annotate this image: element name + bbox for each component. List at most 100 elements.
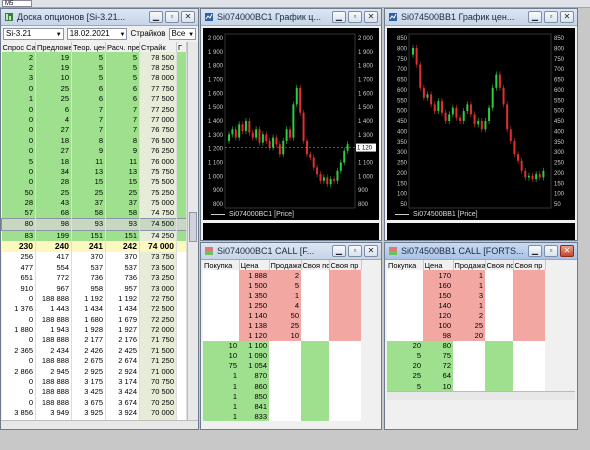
column-header[interactable]: Цена (239, 260, 270, 270)
column-header[interactable]: Страйк (139, 42, 177, 52)
option-row[interactable]: 477 554 537 537 73 500 (1, 262, 187, 273)
price-chart-2[interactable]: 850 850 800 800 750 750 700 700 650 650 600 600 550 5… (387, 28, 575, 220)
option-row[interactable]: 57 68 58 58 74 750 (1, 207, 187, 219)
close-icon[interactable]: ✕ (560, 11, 574, 23)
column-header[interactable]: Своя по (301, 260, 330, 270)
option-row[interactable]: 0 18 8 8 76 500 (1, 135, 187, 146)
options-horizontal-scrollbar[interactable] (1, 420, 198, 429)
column-header[interactable]: Г (176, 42, 187, 52)
option-row[interactable]: 230 240 241 242 74 000 (1, 240, 187, 252)
bid-row[interactable]: 20 72 (387, 360, 545, 371)
column-header[interactable]: Продажа (453, 260, 486, 270)
option-row[interactable]: 83 199 151 151 74 250 (1, 230, 187, 241)
restore-icon[interactable]: ▫ (348, 11, 362, 23)
option-row[interactable]: 5 18 11 11 76 000 (1, 155, 187, 167)
column-header[interactable]: Спрос Cal (1, 42, 36, 52)
option-row[interactable]: 910 967 958 957 73 000 (1, 282, 187, 294)
ask-row[interactable]: 1 120 10 (203, 330, 361, 341)
minimize-icon[interactable]: ▁ (528, 11, 542, 23)
restore-icon[interactable]: ▫ (165, 11, 179, 23)
column-header[interactable]: Своя пр (513, 260, 546, 270)
minimize-icon[interactable]: ▁ (332, 245, 346, 257)
ask-row[interactable]: 170 1 (387, 270, 545, 281)
bid-row[interactable]: 1 860 (203, 381, 361, 392)
option-row[interactable]: 0 27 7 7 76 750 (1, 124, 187, 136)
book1-titlebar[interactable]: Si074000BC1 CALL [F... ▁ ▫ ✕ (201, 243, 381, 260)
close-icon[interactable]: ✕ (364, 11, 378, 23)
bid-row[interactable]: 5 75 (387, 350, 545, 361)
scroll-thumb[interactable] (189, 212, 197, 242)
option-row[interactable]: 2 365 2 434 2 426 2 425 71 500 (1, 345, 187, 356)
ask-row[interactable]: 160 1 (387, 280, 545, 291)
chart1-titlebar[interactable]: Si074000BC1 График ц... ▁ ▫ ✕ (201, 9, 381, 26)
option-row[interactable]: 50 25 25 25 75 250 (1, 187, 187, 198)
column-header[interactable]: Своя пр (329, 260, 362, 270)
chart2-titlebar[interactable]: Si074500BB1 График цен... ▁ ▫ ✕ (385, 9, 577, 26)
option-row[interactable]: 1 880 1 943 1 928 1 927 72 000 (1, 324, 187, 335)
options-board-titlebar[interactable]: Доска опционов [Si-3.21... ▁ ▫ ✕ (1, 9, 198, 26)
ask-row[interactable]: 1 888 2 (203, 270, 361, 281)
restore-icon[interactable]: ▫ (544, 11, 558, 23)
option-row[interactable]: 3 856 3 949 3 925 3 924 70 000 (1, 407, 187, 418)
close-icon[interactable]: ✕ (364, 245, 378, 257)
option-row[interactable]: 80 98 93 93 74 500 (1, 218, 187, 231)
ask-row[interactable]: 150 3 (387, 290, 545, 301)
option-row[interactable]: 0 188 888 3 425 3 424 70 500 (1, 386, 187, 398)
ask-row[interactable]: 140 1 (387, 300, 545, 311)
toolbar-mini-field[interactable]: M5 (2, 0, 32, 7)
ask-row[interactable]: 1 500 5 (203, 280, 361, 291)
option-row[interactable]: 0 188 888 1 680 1 679 72 250 (1, 313, 187, 325)
bid-row[interactable]: 20 80 (387, 340, 545, 351)
option-row[interactable]: 28 43 37 37 75 000 (1, 197, 187, 208)
bid-row[interactable]: 1 870 (203, 370, 361, 382)
restore-icon[interactable]: ▫ (348, 245, 362, 257)
bid-row[interactable]: 1 841 (203, 401, 361, 412)
bid-row[interactable]: 10 1 100 (203, 340, 361, 351)
bid-row[interactable]: 25 64 (387, 370, 545, 382)
option-row[interactable]: 256 417 370 370 73 750 (1, 251, 187, 263)
ask-row[interactable]: 100 25 (387, 320, 545, 331)
options-vertical-scrollbar[interactable] (187, 42, 198, 422)
option-row[interactable]: 0 188 888 3 175 3 174 70 750 (1, 376, 187, 387)
price-chart-1[interactable]: 2 000 2 000 1 900 1 900 1 800 1 800 1 700 1 700… (203, 28, 379, 220)
bid-row[interactable]: 10 1 090 (203, 350, 361, 361)
minimize-icon[interactable]: ▁ (332, 11, 346, 23)
option-row[interactable]: 3 10 5 5 78 000 (1, 72, 187, 84)
option-row[interactable]: 0 34 13 13 75 750 (1, 166, 187, 177)
bid-row[interactable]: 5 10 (387, 381, 545, 392)
option-row[interactable]: 2 866 2 945 2 925 2 924 71 000 (1, 365, 187, 377)
minimize-icon[interactable]: ▁ (528, 245, 542, 257)
option-row[interactable]: 0 188 888 2 675 2 674 71 250 (1, 355, 187, 366)
book2-horizontal-scrollbar[interactable] (387, 391, 575, 400)
ask-row[interactable]: 1 350 1 (203, 290, 361, 301)
ask-row[interactable]: 1 140 50 (203, 310, 361, 321)
instrument-select[interactable]: Si-3.21 ▼ (3, 27, 64, 40)
column-header[interactable]: Теор. цена (71, 42, 106, 52)
option-row[interactable]: 0 188 888 1 192 1 192 72 750 (1, 293, 187, 304)
strikes-select[interactable]: Все ▼ (168, 27, 197, 40)
option-row[interactable]: 651 772 736 736 73 250 (1, 272, 187, 283)
bid-row[interactable]: 1 850 (203, 391, 361, 402)
column-header[interactable]: Цена (423, 260, 454, 270)
close-icon[interactable]: ✕ (560, 245, 574, 257)
option-row[interactable]: 1 25 6 6 77 500 (1, 93, 187, 104)
column-header[interactable]: Покупка (387, 260, 424, 270)
column-header[interactable]: Покупка (203, 260, 240, 270)
column-header[interactable]: Предложени (35, 42, 72, 52)
ask-row[interactable]: 120 2 (387, 310, 545, 321)
ask-row[interactable]: 98 20 (387, 330, 545, 341)
close-icon[interactable]: ✕ (181, 11, 195, 23)
option-row[interactable]: 2 19 5 5 78 500 (1, 52, 187, 63)
restore-icon[interactable]: ▫ (544, 245, 558, 257)
option-row[interactable]: 0 188 888 3 675 3 674 70 250 (1, 397, 187, 408)
option-row[interactable]: 0 6 7 7 77 250 (1, 103, 187, 115)
bid-row[interactable]: 1 833 (203, 411, 361, 422)
ask-row[interactable]: 1 138 25 (203, 320, 361, 331)
ask-row[interactable]: 1 250 4 (203, 300, 361, 311)
book2-titlebar[interactable]: Si074500BB1 CALL [FORTS... ▁ ▫ ✕ (385, 243, 577, 260)
option-row[interactable]: 0 188 888 2 177 2 176 71 750 (1, 334, 187, 346)
column-header[interactable]: Своя по (485, 260, 514, 270)
option-row[interactable]: 0 25 6 6 77 750 (1, 83, 187, 94)
column-header[interactable]: Расч. прем (105, 42, 140, 52)
option-row[interactable]: 1 376 1 443 1 434 1 434 72 500 (1, 303, 187, 314)
